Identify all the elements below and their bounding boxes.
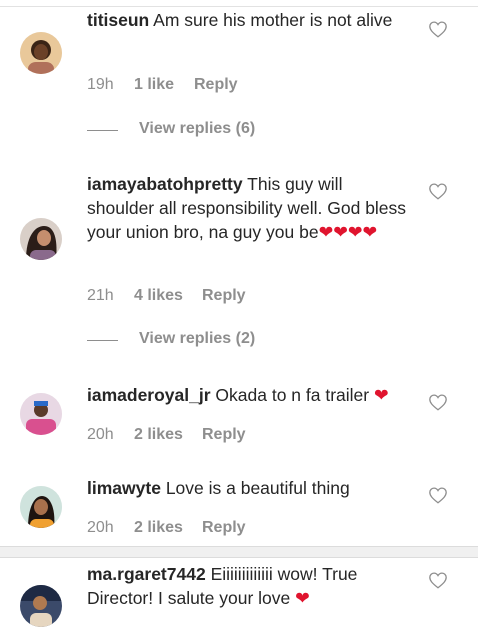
comment-text: iamayabatohpretty This guy will shoulder…	[87, 172, 409, 244]
view-replies-label[interactable]: View replies (2)	[139, 330, 255, 348]
username[interactable]: titiseun	[87, 10, 149, 30]
heart-emoji: ❤❤❤❤	[318, 222, 378, 242]
likes-count[interactable]: 2 likes	[134, 426, 183, 444]
heart-emoji: ❤	[374, 385, 389, 405]
username[interactable]: ma.rgaret7442	[87, 564, 206, 584]
reply-button[interactable]: Reply	[194, 76, 238, 94]
replies-divider-line	[87, 130, 118, 131]
avatar[interactable]	[20, 393, 62, 435]
username[interactable]: limawyte	[87, 478, 161, 498]
timestamp: 20h	[87, 519, 114, 536]
likes-count[interactable]: 2 likes	[134, 519, 183, 537]
heart-emoji: ❤	[295, 588, 310, 608]
comment-body: Okada to n fa trailer	[215, 385, 370, 405]
comment-text: limawyte Love is a beautiful thing	[87, 476, 409, 500]
comment-body: Am sure his mother is not alive	[153, 10, 393, 30]
heart-outline-icon[interactable]	[428, 571, 448, 589]
avatar[interactable]	[20, 486, 62, 528]
likes-count[interactable]: 1 like	[134, 76, 174, 94]
comment-text: titiseun Am sure his mother is not alive	[87, 8, 409, 32]
avatar[interactable]	[20, 218, 62, 260]
heart-outline-icon[interactable]	[428, 182, 448, 200]
heart-outline-icon[interactable]	[428, 486, 448, 504]
comment-body: Love is a beautiful thing	[165, 478, 350, 498]
top-divider	[0, 6, 478, 7]
username[interactable]: iamayabatohpretty	[87, 174, 243, 194]
username[interactable]: iamaderoyal_jr	[87, 385, 211, 405]
replies-divider-line	[87, 340, 118, 341]
avatar[interactable]	[20, 585, 62, 627]
timestamp: 21h	[87, 287, 114, 304]
likes-count[interactable]: 4 likes	[134, 287, 183, 305]
reply-button[interactable]: Reply	[202, 287, 246, 305]
reply-button[interactable]: Reply	[202, 519, 246, 537]
timestamp: 19h	[87, 76, 114, 93]
heart-outline-icon[interactable]	[428, 393, 448, 411]
comment-text: iamaderoyal_jr Okada to n fa trailer ❤	[87, 383, 409, 407]
avatar[interactable]	[20, 32, 62, 74]
comment-text: ma.rgaret7442 Eiiiiiiiiiiiii wow! True D…	[87, 562, 409, 610]
section-divider	[0, 546, 478, 558]
timestamp: 20h	[87, 426, 114, 443]
view-replies-label[interactable]: View replies (6)	[139, 120, 255, 138]
reply-button[interactable]: Reply	[202, 426, 246, 444]
heart-outline-icon[interactable]	[428, 20, 448, 38]
